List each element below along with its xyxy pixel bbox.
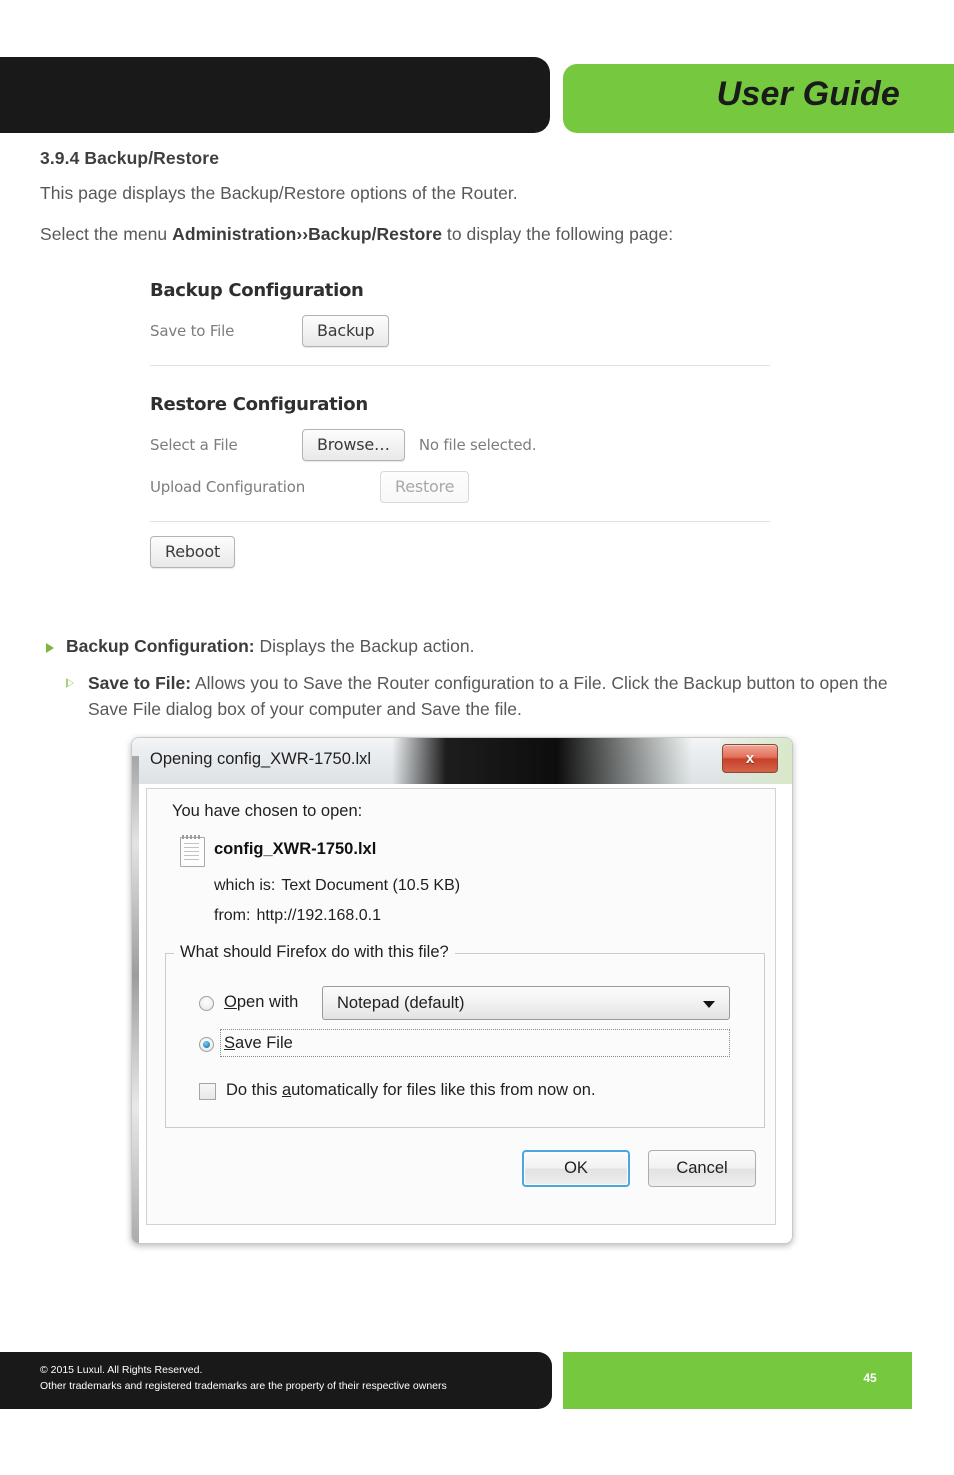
save-file-label-rest: ave File [235, 1034, 293, 1052]
select-a-file-label: Select a File [150, 436, 238, 454]
dialog-title: Opening config_XWR-1750.lxl [150, 750, 372, 768]
section-heading: 3.9.4 Backup/Restore [40, 148, 220, 168]
bullet-1-description: Displays the Backup action. [254, 636, 475, 656]
dialog-left-edge-artifact [132, 756, 139, 1243]
save-file-accesskey: S [224, 1034, 236, 1052]
chevron-down-icon [703, 1001, 715, 1008]
divider-1 [150, 365, 770, 366]
bullet-item-backup-configuration: Backup Configuration: Displays the Backu… [40, 636, 920, 657]
from-key: from: [214, 907, 251, 924]
which-is-row: which is: Text Document (10.5 KB) [214, 877, 460, 895]
bullet-2-description: Allows you to Save the Router configurat… [88, 673, 888, 720]
page-number: 45 [863, 1371, 877, 1385]
select-a-file-row: Select a File Browse… No file selected. [150, 429, 770, 461]
close-button[interactable]: x [722, 744, 778, 773]
bullet-1-term: Backup Configuration: [66, 636, 255, 656]
which-is-value: Text Document (10.5 KB) [281, 877, 461, 894]
no-file-selected-text: No file selected. [418, 436, 537, 454]
close-icon: x [745, 750, 755, 767]
chosen-to-open-label: You have chosen to open: [172, 802, 363, 820]
save-file-label[interactable]: Save File [224, 1034, 293, 1053]
menu-path-paragraph: Select the menu Administration››Backup/R… [40, 224, 916, 245]
router-ui-screenshot: Backup Configuration Save to File Backup… [150, 280, 770, 568]
checkbox-accesskey: a [281, 1081, 292, 1099]
reboot-row: Reboot [150, 536, 770, 568]
backup-configuration-heading: Backup Configuration [150, 280, 364, 301]
do-this-automatically-checkbox[interactable] [199, 1083, 216, 1100]
fieldset-legend: What should Firefox do with this file? [174, 943, 455, 962]
open-with-label[interactable]: Open with [224, 993, 298, 1012]
header-black-bar [0, 57, 550, 133]
browse-button[interactable]: Browse… [302, 429, 405, 461]
cancel-button[interactable]: Cancel [648, 1150, 756, 1187]
menu-path-suffix: to display the following page: [442, 224, 674, 244]
ok-button[interactable]: OK [522, 1150, 630, 1187]
document-body: 3.9.4 Backup/Restore This page displays … [40, 148, 916, 265]
firefox-download-dialog: Opening config_XWR-1750.lxl x You have c… [131, 737, 793, 1244]
upload-configuration-label: Upload Configuration [150, 478, 306, 496]
save-to-file-label: Save to File [150, 322, 235, 340]
restore-configuration-heading: Restore Configuration [150, 394, 368, 415]
menu-path-prefix: Select the menu [40, 224, 173, 244]
open-with-application-select[interactable]: Notepad (default) [322, 986, 730, 1020]
footer-copyright: © 2015 Luxul. All Rights Reserved. Other… [40, 1362, 447, 1395]
checkbox-label-pre: Do this [226, 1081, 282, 1099]
open-with-label-rest: pen with [236, 993, 299, 1011]
footer-line-2: Other trademarks and registered trademar… [40, 1380, 447, 1393]
open-with-radio[interactable] [199, 996, 214, 1011]
intro-paragraph: This page displays the Backup/Restore op… [40, 183, 518, 203]
triangle-bullet-icon [46, 643, 54, 653]
divider-2 [150, 521, 770, 522]
filename-label: config_XWR-1750.lxl [214, 840, 377, 858]
from-value: http://192.168.0.1 [256, 907, 381, 924]
checkbox-label-post: utomatically for files like this from no… [291, 1081, 596, 1099]
open-with-accesskey: O [224, 993, 237, 1011]
page-title: User Guide [716, 75, 900, 113]
which-is-key: which is: [214, 877, 276, 894]
menu-path-bold: Administration››Backup/Restore [172, 224, 443, 244]
save-file-radio[interactable] [199, 1037, 214, 1052]
do-this-automatically-label[interactable]: Do this automatically for files like thi… [226, 1081, 596, 1100]
save-file-focus-outline [220, 1029, 730, 1057]
open-with-application-value: Notepad (default) [337, 994, 465, 1012]
triangle-outline-bullet-icon [66, 678, 74, 688]
save-to-file-row: Save to File Backup [150, 315, 770, 347]
from-row: from: http://192.168.0.1 [214, 907, 381, 925]
restore-button[interactable]: Restore [380, 471, 470, 503]
bullet-item-save-to-file: Save to File: Allows you to Save the Rou… [40, 670, 920, 723]
reboot-button[interactable]: Reboot [150, 536, 236, 568]
footer-line-1: © 2015 Luxul. All Rights Reserved. [40, 1364, 203, 1376]
title-bar-artifact [392, 738, 692, 784]
backup-button[interactable]: Backup [302, 315, 390, 347]
text-document-icon [180, 835, 205, 867]
bullet-2-term: Save to File: [88, 673, 192, 693]
bullet-list: Backup Configuration: Displays the Backu… [40, 636, 920, 723]
upload-configuration-row: Upload Configuration Restore [150, 471, 770, 503]
